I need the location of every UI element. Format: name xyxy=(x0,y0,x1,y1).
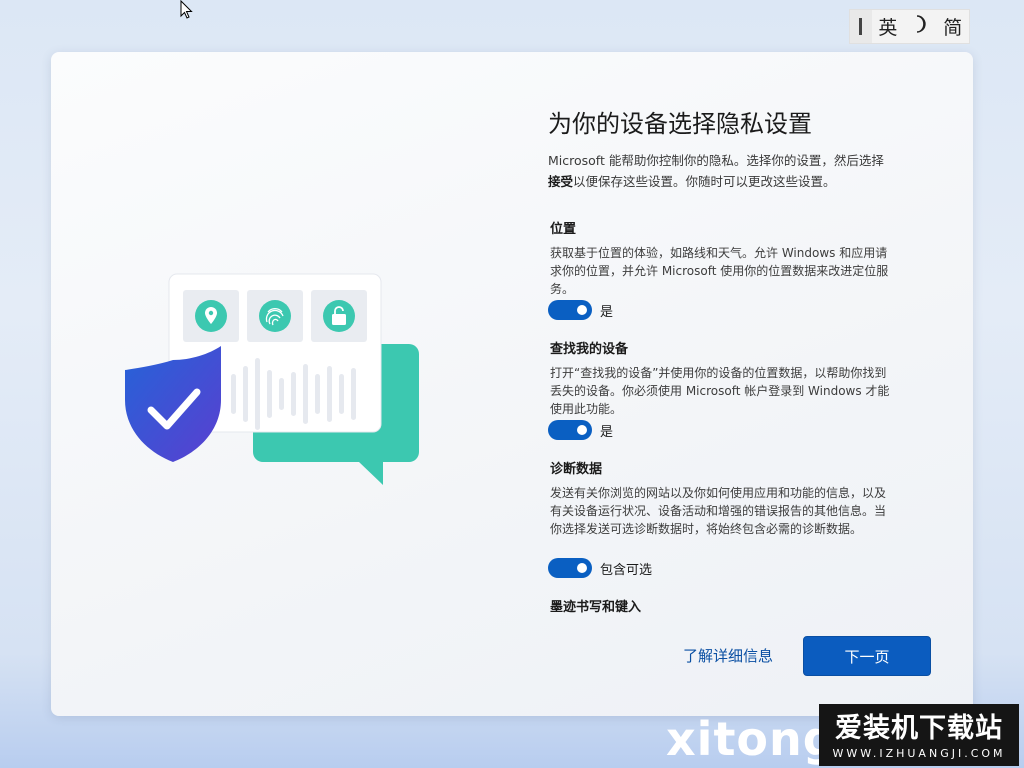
shield-check-icon xyxy=(125,346,221,462)
toggle-label: 包含可选 xyxy=(600,562,653,578)
find-my-device-toggle-row[interactable]: 是 xyxy=(548,420,613,440)
section-diagnostic-data: 诊断数据 发送有关你浏览的网站以及你如何使用应用和功能的信息，以及有关设备运行状… xyxy=(550,458,890,538)
section-title: 位置 xyxy=(550,222,577,237)
mouse-cursor-icon xyxy=(180,0,193,19)
toggle-label: 是 xyxy=(600,304,614,320)
section-title: 诊断数据 xyxy=(550,462,603,477)
ime-toolbar: 英 简 xyxy=(849,9,970,44)
watermark-logo: 爱装机下载站 WWW.IZHUANGJI.COM xyxy=(819,704,1019,766)
location-toggle[interactable] xyxy=(548,300,592,320)
section-location: 位置 获取基于位置的体验，如路线和天气。允许 Windows 和应用请求你的位置… xyxy=(550,218,890,298)
ime-drag-handle[interactable] xyxy=(850,10,872,43)
fingerprint-icon xyxy=(259,300,291,332)
ime-language-toggle[interactable]: 英 xyxy=(872,13,904,40)
section-description: 发送有关你浏览的网站以及你如何使用应用和功能的信息，以及有关设备运行状况、设备活… xyxy=(550,486,887,536)
ime-simplified-toggle[interactable]: 简 xyxy=(937,13,969,40)
watermark-site-name: 爱装机下载站 xyxy=(835,713,1003,744)
section-description: 打开“查找我的设备”并使用你的设备的位置数据，以帮助你找到丢失的设备。你必须使用… xyxy=(550,366,890,416)
section-title: 查找我的设备 xyxy=(550,342,629,357)
diagnostic-data-toggle-row[interactable]: 包含可选 xyxy=(548,558,652,578)
find-my-device-toggle[interactable] xyxy=(548,420,592,440)
section-inking-typing: 墨迹书写和键入 xyxy=(550,596,890,622)
next-button[interactable]: 下一页 xyxy=(803,636,931,676)
location-toggle-row[interactable]: 是 xyxy=(548,300,613,320)
moon-icon[interactable] xyxy=(904,14,936,39)
section-find-my-device: 查找我的设备 打开“查找我的设备”并使用你的设备的位置数据，以帮助你找到丢失的设… xyxy=(550,338,890,418)
intro-text: Microsoft 能帮助你控制你的隐私。选择你的设置，然后选择 接受以便保存这些… xyxy=(548,153,884,189)
section-title: 墨迹书写和键入 xyxy=(550,600,642,615)
diagnostic-data-toggle[interactable] xyxy=(548,558,592,578)
learn-more-link[interactable]: 了解详细信息 xyxy=(683,645,773,666)
watermark-xitong: xitong xyxy=(666,712,837,766)
watermark-site-url: WWW.IZHUANGJI.COM xyxy=(832,747,1006,760)
privacy-illustration xyxy=(125,273,419,485)
page-title: 为你的设备选择隐私设置 xyxy=(548,110,812,138)
setup-card: 为你的设备选择隐私设置 Microsoft 能帮助你控制你的隐私。选择你的设置，… xyxy=(51,52,973,716)
toggle-label: 是 xyxy=(600,424,614,440)
section-description: 获取基于位置的体验，如路线和天气。允许 Windows 和应用请求你的位置，并允… xyxy=(550,246,889,296)
